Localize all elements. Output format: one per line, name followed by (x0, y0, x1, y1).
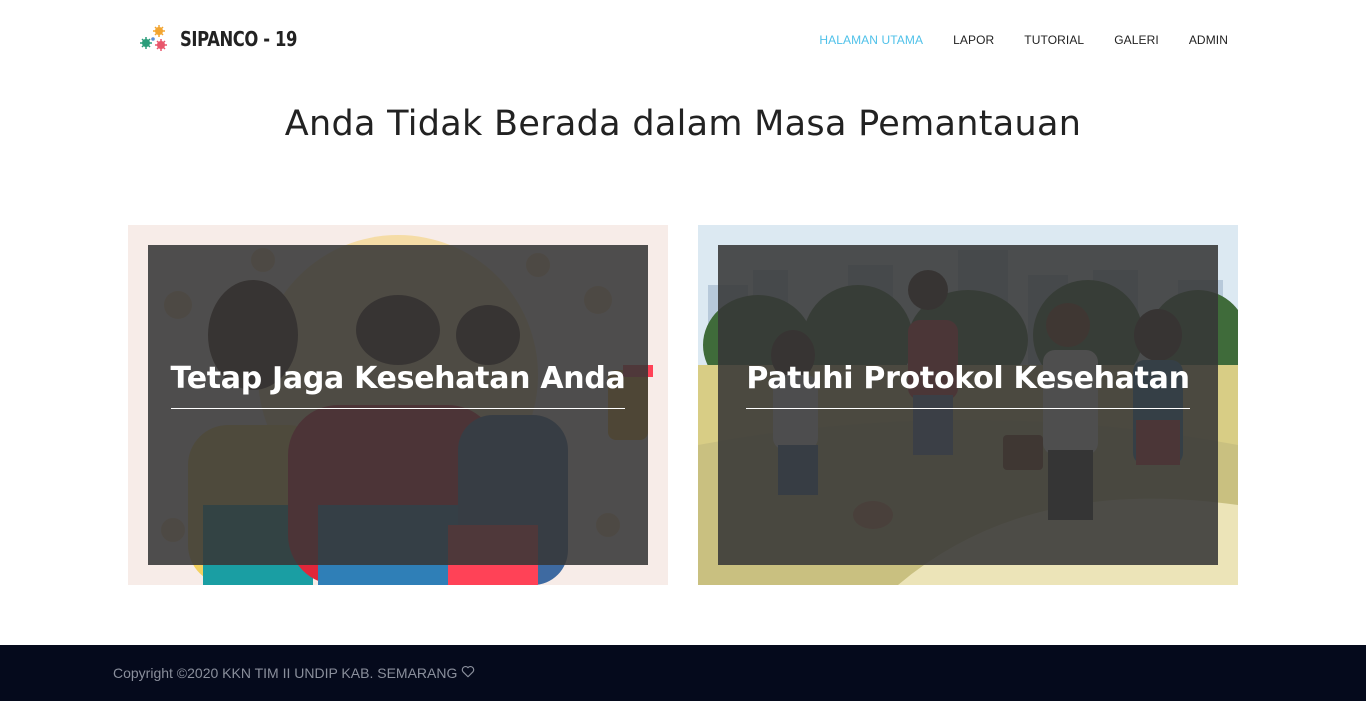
site-footer: Copyright ©2020 KKN TIM II UNDIP KAB. SE… (0, 645, 1366, 701)
card-protocol[interactable]: Patuhi Protokol Kesehatan (698, 225, 1238, 585)
nav-item-galeri[interactable]: GALERI (1114, 33, 1159, 47)
copyright: Copyright ©2020 KKN TIM II UNDIP KAB. SE… (113, 665, 475, 681)
nav-item-lapor[interactable]: LAPOR (953, 33, 994, 47)
virus-cluster-icon (137, 23, 171, 55)
card-health[interactable]: Tetap Jaga Kesehatan Anda (128, 225, 668, 585)
main-nav: HALAMAN UTAMA LAPOR TUTORIAL GALERI ADMI… (819, 33, 1228, 47)
nav-item-halaman-utama[interactable]: HALAMAN UTAMA (819, 33, 923, 47)
nav-item-admin[interactable]: ADMIN (1189, 33, 1228, 47)
brand-name: SIPANCO - 19 (180, 27, 297, 51)
card-title-text: Patuhi Protokol Kesehatan (746, 361, 1190, 409)
copyright-text: Copyright ©2020 KKN TIM II UNDIP KAB. SE… (113, 665, 458, 681)
nav-item-tutorial[interactable]: TUTORIAL (1024, 33, 1084, 47)
card-title: Tetap Jaga Kesehatan Anda (128, 361, 668, 409)
page-title: Anda Tidak Berada dalam Masa Pemantauan (284, 104, 1082, 144)
card-title: Patuhi Protokol Kesehatan (698, 361, 1238, 409)
card-title-text: Tetap Jaga Kesehatan Anda (170, 361, 626, 409)
heart-outline-icon (461, 665, 475, 681)
site-header: SIPANCO - 19 HALAMAN UTAMA LAPOR TUTORIA… (0, 0, 1366, 80)
brand[interactable]: SIPANCO - 19 (137, 23, 323, 55)
